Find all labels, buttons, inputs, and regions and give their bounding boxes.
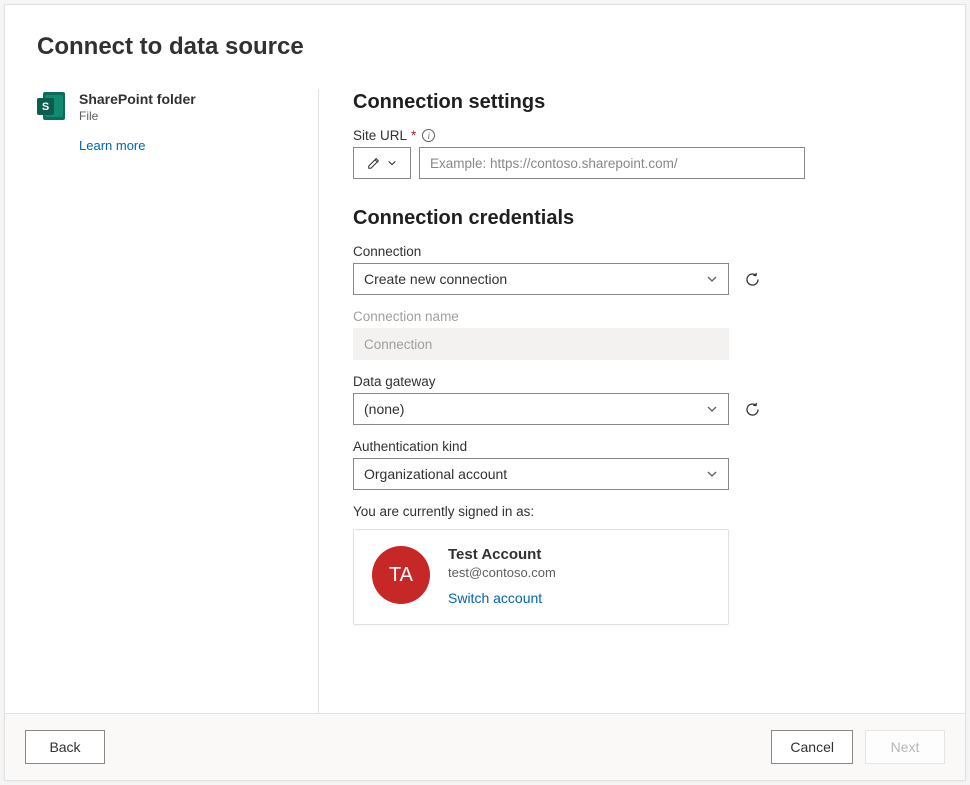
- connection-credentials-heading: Connection credentials: [353, 207, 933, 230]
- next-button: Next: [865, 730, 945, 764]
- connection-label: Connection: [353, 244, 933, 259]
- refresh-icon: [744, 271, 761, 288]
- data-gateway-label: Data gateway: [353, 374, 933, 389]
- dialog-footer: Back Cancel Next: [5, 713, 965, 780]
- connection-name-label: Connection name: [353, 309, 933, 324]
- connection-name-field: Connection name: [353, 309, 933, 360]
- data-gateway-select[interactable]: (none): [353, 393, 729, 425]
- back-button[interactable]: Back: [25, 730, 105, 764]
- pencil-icon: [367, 156, 381, 170]
- source-text: SharePoint folder File: [79, 91, 196, 123]
- learn-more-link[interactable]: Learn more: [79, 138, 145, 153]
- account-info: Test Account test@contoso.com Switch acc…: [448, 546, 556, 608]
- chevron-down-icon: [387, 158, 397, 168]
- sharepoint-icon: S: [37, 91, 67, 121]
- site-url-label: Site URL * i: [353, 128, 933, 143]
- chevron-down-icon: [706, 468, 718, 480]
- settings-panel: Connection settings Site URL * i: [319, 89, 933, 713]
- switch-account-link[interactable]: Switch account: [448, 590, 542, 606]
- page-title: Connect to data source: [37, 33, 933, 61]
- connection-name-input: [353, 328, 729, 360]
- account-name: Test Account: [448, 546, 556, 563]
- connect-dialog: Connect to data source S SharePoint fold…: [4, 4, 966, 781]
- account-email: test@contoso.com: [448, 565, 556, 580]
- connection-field: Connection Create new connection: [353, 244, 933, 295]
- site-url-input[interactable]: [419, 147, 805, 179]
- auth-kind-label: Authentication kind: [353, 439, 933, 454]
- refresh-connection-button[interactable]: [737, 264, 767, 294]
- connection-settings-heading: Connection settings: [353, 91, 933, 114]
- source-subtitle: File: [79, 109, 196, 123]
- avatar: TA: [372, 546, 430, 604]
- info-icon[interactable]: i: [422, 129, 435, 142]
- auth-kind-select[interactable]: Organizational account: [353, 458, 729, 490]
- source-name: SharePoint folder: [79, 91, 196, 107]
- chevron-down-icon: [706, 403, 718, 415]
- required-indicator: *: [411, 128, 416, 143]
- input-mode-button[interactable]: [353, 147, 411, 179]
- dialog-body: Connect to data source S SharePoint fold…: [5, 5, 965, 713]
- cancel-button[interactable]: Cancel: [771, 730, 853, 764]
- data-gateway-field: Data gateway (none): [353, 374, 933, 425]
- auth-kind-field: Authentication kind Organizational accou…: [353, 439, 933, 490]
- content-row: S SharePoint folder File Learn more Conn…: [37, 89, 933, 713]
- site-url-field: Site URL * i: [353, 128, 933, 179]
- connection-select[interactable]: Create new connection: [353, 263, 729, 295]
- refresh-gateway-button[interactable]: [737, 394, 767, 424]
- signed-in-label: You are currently signed in as:: [353, 504, 933, 519]
- chevron-down-icon: [706, 273, 718, 285]
- account-card: TA Test Account test@contoso.com Switch …: [353, 529, 729, 625]
- source-panel: S SharePoint folder File Learn more: [37, 89, 319, 713]
- refresh-icon: [744, 401, 761, 418]
- source-header: S SharePoint folder File: [37, 91, 298, 123]
